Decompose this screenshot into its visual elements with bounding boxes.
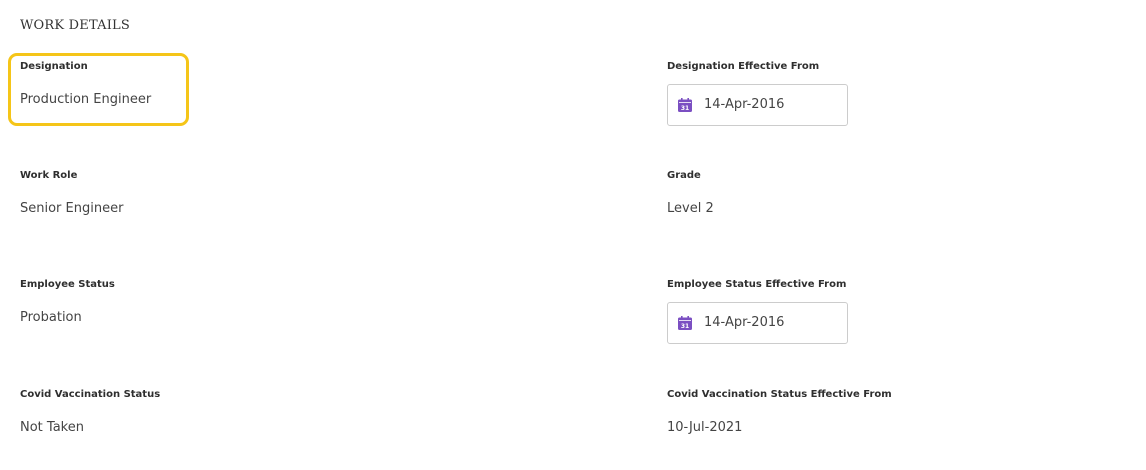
covid-vaccination-status-field: Covid Vaccination Status: [20, 389, 160, 400]
employee-status-label: Employee Status: [20, 279, 115, 290]
section-title: WORK DETAILS: [20, 18, 130, 33]
covid-vaccination-status-value: Not Taken: [20, 420, 84, 435]
employee-status-effective-date-input[interactable]: 31 14-Apr-2016: [667, 302, 848, 344]
work-role-value: Senior Engineer: [20, 201, 124, 216]
grade-field: Grade: [667, 170, 701, 181]
designation-field: Designation: [20, 61, 88, 72]
calendar-icon: 31: [678, 316, 692, 330]
work-role-field: Work Role: [20, 170, 77, 181]
svg-text:31: 31: [681, 323, 689, 330]
employee-status-value: Probation: [20, 310, 82, 325]
designation-effective-field: Designation Effective From: [667, 61, 819, 72]
designation-value-wrap: Production Engineer: [20, 92, 151, 107]
grade-label: Grade: [667, 170, 701, 181]
covid-vaccination-effective-value-wrap: 10-Jul-2021: [667, 420, 742, 435]
designation-value: Production Engineer: [20, 92, 152, 107]
covid-vaccination-effective-field: Covid Vaccination Status Effective From: [667, 389, 892, 400]
covid-vaccination-status-value-wrap: Not Taken: [20, 420, 84, 435]
employee-status-value-wrap: Probation: [20, 310, 82, 325]
designation-label: Designation: [20, 61, 88, 72]
covid-vaccination-status-label: Covid Vaccination Status: [20, 389, 161, 400]
covid-vaccination-effective-label: Covid Vaccination Status Effective From: [667, 389, 892, 400]
svg-text:31: 31: [681, 105, 689, 112]
grade-value: Level 2: [667, 201, 714, 216]
grade-value-wrap: Level 2: [667, 201, 714, 216]
employee-status-effective-field: Employee Status Effective From: [667, 279, 846, 290]
designation-effective-label: Designation Effective From: [667, 61, 820, 72]
calendar-icon: 31: [678, 98, 692, 112]
employee-status-effective-date-value: 14-Apr-2016: [704, 315, 785, 330]
work-role-label: Work Role: [20, 170, 78, 181]
employee-status-field: Employee Status: [20, 279, 115, 290]
designation-effective-date-input[interactable]: 31 14-Apr-2016: [667, 84, 848, 126]
employee-status-effective-label: Employee Status Effective From: [667, 279, 847, 290]
covid-vaccination-effective-value: 10-Jul-2021: [667, 420, 743, 435]
work-role-value-wrap: Senior Engineer: [20, 201, 123, 216]
designation-effective-date-value: 14-Apr-2016: [704, 97, 785, 112]
